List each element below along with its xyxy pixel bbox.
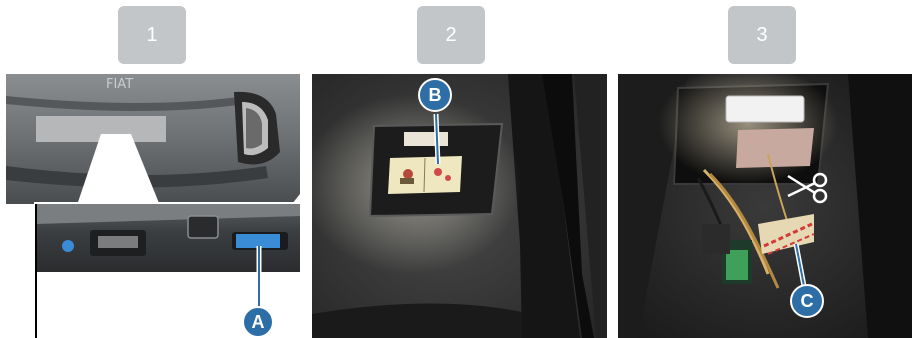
callout-b-label: B: [428, 84, 442, 105]
callout-c: C: [790, 284, 824, 318]
callout-b: B: [418, 78, 452, 112]
step-2-badge: 2: [417, 6, 485, 64]
step-2-image: B: [312, 74, 607, 338]
step-1-number: 1: [146, 23, 158, 46]
callout-a: A: [242, 306, 274, 338]
step-3-image: C: [618, 74, 912, 338]
step-2-number: 2: [445, 23, 457, 46]
step-1-image: FIAT A: [6, 74, 300, 338]
callout-a-label: A: [251, 311, 265, 332]
step-3-number: 3: [756, 23, 768, 46]
fiat-badge: FIAT: [106, 77, 133, 92]
callout-c-label: C: [800, 290, 814, 311]
step-3-badge: 3: [728, 6, 796, 64]
step-1-badge: 1: [118, 6, 186, 64]
